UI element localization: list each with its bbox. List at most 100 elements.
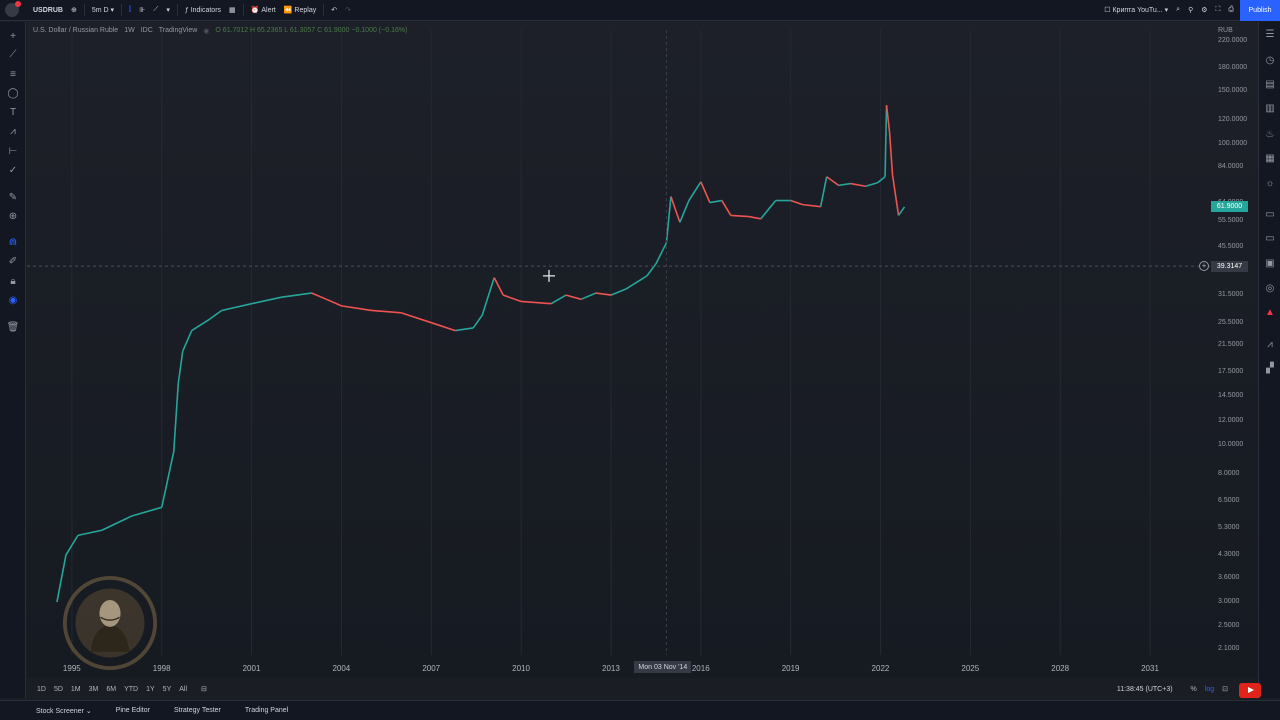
percent-scale-toggle[interactable]: % [1191,686,1197,693]
forecasting-icon[interactable]: ✓ [7,164,19,176]
crosshair-icon[interactable]: + [7,30,19,42]
legend-source: TradingView [158,27,198,34]
alerts-clock-icon[interactable]: ◷ [1264,54,1276,66]
settings-gear-icon[interactable]: ⚙ [1197,0,1211,21]
log-scale-toggle[interactable]: log [1205,686,1214,693]
user-avatar[interactable] [5,1,21,17]
auto-scale-toggle[interactable]: ⊡ [1222,685,1228,693]
price-label: 45.5000 [1218,243,1244,251]
chart-pane[interactable] [27,22,1258,678]
indicators-icon: ƒ [184,6,189,14]
trend-line-icon[interactable]: ⟋ [7,48,19,60]
pattern-icon[interactable]: ⩘ [7,125,19,137]
layout-name: Крипта YouTu... [1112,6,1163,14]
stay-in-drawing-icon[interactable]: ✐ [7,255,19,267]
redo-icon[interactable]: ↷ [341,0,355,21]
magnet-icon[interactable]: ⋒ [7,236,19,248]
time-label: 2022 [871,664,890,673]
clock-timezone[interactable]: 11:38:45 (UTC+3) [1117,686,1173,693]
price-label: 14.5000 [1218,392,1244,400]
ideas-lightbulb-icon[interactable]: ☼ [1264,177,1276,189]
range-button-1d[interactable]: 1D [37,686,46,693]
tab-strategy-tester-label: Strategy Tester [173,707,221,714]
range-button-3m[interactable]: 3M [89,686,99,693]
lock-icon[interactable]: 🔒︎ [7,275,19,287]
broadcast-icon[interactable]: ◎ [1264,282,1276,294]
layout-button[interactable]: ☐ Крипта YouTu... ▾ [1100,0,1172,21]
price-label: 100.0000 [1218,140,1248,148]
range-button-1m[interactable]: 1M [71,686,81,693]
tab-trading-panel[interactable]: Trading Panel [233,707,300,714]
last-price-value: 61.9000 [1216,203,1243,211]
ruler-icon[interactable]: ✎ [7,191,19,203]
zoom-in-icon[interactable]: ⊕ [7,210,19,222]
youtube-icon[interactable] [1239,683,1261,698]
order-panel-icon[interactable]: ▞ [1264,362,1276,374]
price-label: 120.0000 [1218,116,1248,124]
price-label: 17.5000 [1218,367,1244,375]
price-label: 6.5000 [1218,497,1240,505]
price-axis[interactable]: RUB 220.0000 180.0000 150.0000 120.0000 100.… [1210,22,1258,662]
data-window-icon[interactable]: ▤ [1264,78,1276,90]
range-button-1y[interactable]: 1Y [146,686,155,693]
bars-chart-type-icon[interactable]: ⊪ [135,0,149,21]
range-bar: 1D 5D 1M 3M 6M YTD 1Y 5Y All ⊟ 11:38:45 (UTC+3) … [27,680,1258,698]
undo-icon[interactable]: ↶ [327,0,341,21]
publish-button[interactable]: Publish [1240,0,1280,21]
camera-icon[interactable]: ⎙ [1224,0,1238,21]
performance-icon[interactable]: ⩘ [1264,338,1276,350]
top-toolbar: USDRUB ⊕ 5m D ▾ ⫿ ⊪ ⟋ ▾ ƒ Indicators ▦ ⏰… [0,0,1280,21]
range-button-all[interactable]: All [179,686,187,693]
interval-button[interactable]: 5m D ▾ [88,0,118,21]
range-button-5y[interactable]: 5Y [163,686,172,693]
range-button-6m[interactable]: 6M [106,686,116,693]
time-label: 2016 [691,664,710,673]
replay-button[interactable]: ⏪ Replay [280,0,320,21]
templates-icon[interactable]: ▦ [225,0,240,21]
watchlist-icon[interactable]: ☰ [1264,28,1276,40]
chat-icon[interactable]: ▭ [1264,208,1276,220]
notification-badge [15,1,21,7]
crosshair-price-value: 39.3147 [1216,262,1243,270]
tab-pine-editor[interactable]: Pine Editor [104,707,162,714]
drawing-toolbar: + ⟋ ≡ ◯ T ⩘ ⊢ ✓ ✎ ⊕ ⋒ ✐ 🔒︎ ◉ 🗑︎ ☆ [0,22,26,710]
trash-icon[interactable]: 🗑︎ [7,321,20,333]
screener-icon[interactable]: ▲ [1264,306,1276,318]
currency-label[interactable]: RUB [1218,27,1233,34]
quick-search-icon[interactable]: ⚲ [1184,0,1197,21]
price-label: 12.0000 [1218,417,1244,425]
range-button-ytd[interactable]: YTD [124,686,138,693]
indicators-button[interactable]: ƒ Indicators [181,0,225,21]
widget-bar: ☰ ◷ ▤ ▥ ♨ ▦ ☼ ▭ ▭ ▣ ◎ ▲ ⩘ ▞ ? [1258,22,1280,718]
time-label: 2028 [1051,664,1070,673]
candles-chart-type-icon[interactable]: ⫿ [125,0,135,21]
symbol-search-button[interactable]: USDRUB [29,0,67,21]
news-icon[interactable]: ▥ [1264,102,1276,114]
price-label: 150.0000 [1218,87,1248,95]
text-tool-icon[interactable]: T [7,106,19,118]
range-button-5d[interactable]: 5D [54,686,63,693]
legend-eye-icon[interactable]: ◉ [203,27,209,35]
hotlist-fire-icon[interactable]: ♨ [1264,128,1276,140]
chevron-down-icon: ▾ [110,7,115,14]
streams-icon[interactable]: ▭ [1264,232,1276,244]
line-chart-type-icon[interactable]: ⟋ [149,0,162,21]
layout-square-icon: ☐ [1104,7,1111,14]
notifications-icon[interactable]: ▣ [1264,257,1276,269]
search-icon[interactable]: ⌕ [1172,0,1184,21]
horizontal-lines-icon[interactable]: ≡ [7,68,19,80]
chart-type-chevron-icon[interactable]: ▾ [162,0,174,21]
calendar-icon[interactable]: ▦ [1264,152,1276,164]
goto-date-icon[interactable]: ⊟ [201,685,207,693]
rewind-icon: ⏪ [283,7,293,14]
tab-stock-screener[interactable]: Stock Screener ⌄ [0,707,104,715]
compare-symbol-icon[interactable]: ⊕ [67,0,81,21]
brush-shape-icon[interactable]: ◯ [7,87,19,99]
time-axis[interactable]: 1995 1998 2001 2004 2007 2010 2013 2016 2019 2022… [27,660,1210,678]
tab-strategy-tester[interactable]: Strategy Tester [162,707,233,714]
measure-icon[interactable]: ⊢ [7,145,19,157]
alert-button[interactable]: ⏰ Alert [247,0,280,21]
hide-drawings-icon[interactable]: ◉ [7,294,19,306]
fullscreen-icon[interactable]: ⛶ [1211,0,1224,21]
price-label: 84.0000 [1218,163,1244,171]
